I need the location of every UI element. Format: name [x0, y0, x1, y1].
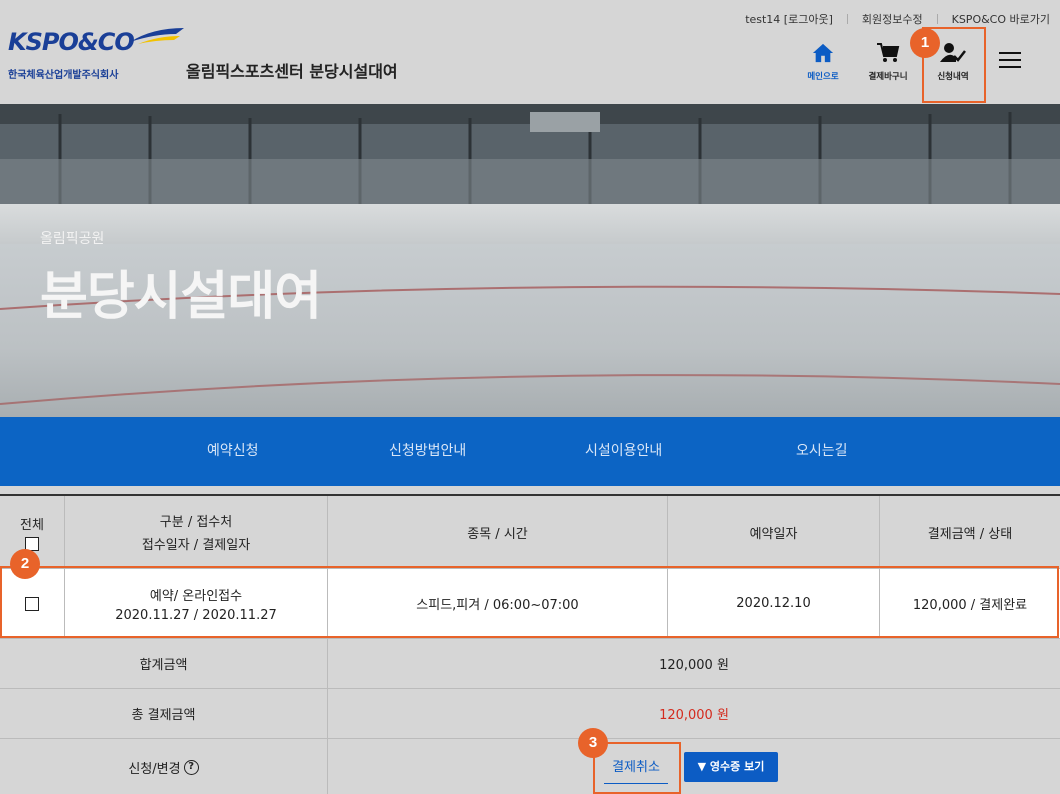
subtotal-label: 합계금액 — [0, 639, 328, 688]
hero-title: 분당시설대여 — [40, 267, 322, 327]
table-header-row: 전체 구분 / 접수처 접수일자 / 결제일자 종목 / 시간 예약일자 결제금… — [0, 496, 1060, 568]
logo-subtext: 한국체육산업개발주식회사 — [8, 70, 119, 81]
subtotal-row: 합계금액 120,000 원 — [0, 638, 1060, 688]
cart-nav-button[interactable]: 결제바구니 — [862, 42, 914, 90]
total-row: 총 결제금액 120,000 원 — [0, 688, 1060, 738]
header-reservation-date: 예약일자 — [668, 496, 880, 568]
tab-directions[interactable]: 오시는길 — [796, 417, 848, 486]
highlight-box-2 — [0, 566, 1059, 638]
header-type: 구분 / 접수처 접수일자 / 결제일자 — [65, 496, 328, 568]
edit-member-info-link[interactable]: 회원정보수정 — [862, 11, 923, 27]
header-type-line1: 구분 / 접수처 — [159, 515, 233, 530]
header-type-line2: 접수일자 / 결제일자 — [141, 538, 251, 553]
subtotal-value: 120,000 원 — [659, 658, 729, 673]
tab-how-to-apply[interactable]: 신청방법안내 — [389, 417, 466, 486]
divider — [846, 14, 848, 24]
reservation-table: 전체 구분 / 접수처 접수일자 / 결제일자 종목 / 시간 예약일자 결제금… — [0, 494, 1060, 794]
hero-banner: 올림픽공원 분당시설대여 — [0, 104, 1060, 417]
change-label-cell: 신청/변경 ? — [0, 739, 328, 794]
logo-wordmark: KSPO&CO — [8, 28, 135, 56]
hamburger-menu-icon[interactable] — [999, 52, 1021, 70]
cart-icon — [877, 43, 900, 62]
home-icon — [812, 43, 834, 63]
divider — [936, 14, 938, 24]
tab-facility-guide[interactable]: 시설이용안내 — [585, 417, 662, 486]
header-amount-status: 결제금액 / 상태 — [927, 526, 1013, 542]
tab-reservation[interactable]: 예약신청 — [207, 417, 259, 486]
site-title: 올림픽스포츠센터 분당시설대여 — [186, 62, 398, 81]
cart-nav-label: 결제바구니 — [868, 72, 908, 82]
home-nav-label: 메인으로 — [807, 72, 839, 82]
main-tab-bar: 예약신청 신청방법안내 시설이용안내 오시는길 — [0, 417, 1060, 486]
home-nav-button[interactable]: 메인으로 — [797, 42, 849, 90]
help-icon[interactable]: ? — [183, 760, 199, 775]
hero-subtitle: 올림픽공원 — [40, 231, 105, 247]
view-receipt-button[interactable]: ▼ 영수증 보기 — [684, 752, 778, 782]
kspo-shortcut-link[interactable]: KSPO&CO 바로가기 — [952, 11, 1050, 27]
site-header: test14 [로그아웃] 회원정보수정 KSPO&CO 바로가기 KSPO&C… — [0, 0, 1060, 104]
change-label: 신청/변경 — [128, 762, 181, 777]
annotation-badge-1: 1 — [910, 28, 940, 58]
total-value: 120,000 원 — [659, 708, 729, 723]
kspo-logo[interactable]: KSPO&CO 한국체육산업개발주식회사 — [8, 28, 184, 83]
total-label: 총 결제금액 — [0, 689, 328, 738]
page-root: test14 [로그아웃] 회원정보수정 KSPO&CO 바로가기 KSPO&C… — [0, 0, 1060, 794]
annotation-badge-2: 2 — [10, 549, 40, 579]
select-all-label: 전체 — [20, 517, 44, 533]
logo-swoosh-icon — [130, 28, 184, 44]
change-row: 신청/변경 ? — [0, 738, 1060, 794]
header-event-time: 종목 / 시간 — [328, 496, 668, 568]
annotation-badge-3: 3 — [578, 728, 608, 758]
user-logout-link[interactable]: test14 [로그아웃] — [745, 11, 833, 27]
top-links: test14 [로그아웃] 회원정보수정 KSPO&CO 바로가기 — [745, 11, 1050, 27]
